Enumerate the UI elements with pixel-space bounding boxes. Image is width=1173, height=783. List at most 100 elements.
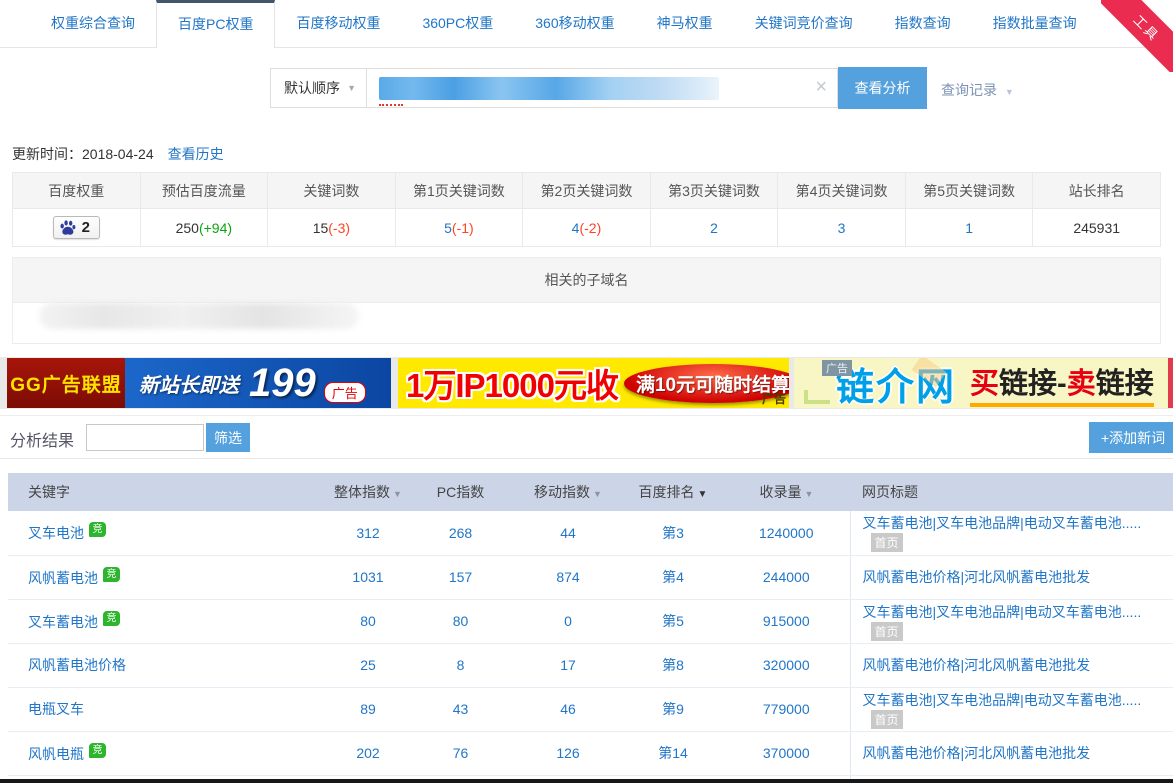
pc-index-cell: 76 bbox=[408, 731, 513, 775]
results-header-collected-count[interactable]: 收录量▼ bbox=[723, 473, 850, 511]
analyze-button[interactable]: 查看分析 bbox=[838, 67, 927, 109]
overall-index-cell: 202 bbox=[328, 731, 408, 775]
tab-360-mobile-weight[interactable]: 360移动权重 bbox=[514, 0, 635, 47]
keyword-cell: 叉车蓄电池竞 bbox=[8, 599, 328, 643]
update-time-label: 更新时间：2018-04-24 bbox=[12, 144, 154, 164]
keyword-link[interactable]: 风帆蓄电池 bbox=[28, 570, 98, 586]
tab-index-query[interactable]: 指数查询 bbox=[874, 0, 972, 47]
redacted-domain-value bbox=[379, 77, 719, 100]
keyword-results-table: 关键字整体指数▼PC指数移动指数▼百度排名▼收录量▼网页标题 叉车电池竞3122… bbox=[8, 473, 1173, 783]
ad-strip: GG广告联盟 新站长即送 199 广告 1万IP1000元收 满10元可随时结算… bbox=[0, 357, 1173, 409]
ad-banner-gg-alliance[interactable]: GG广告联盟 新站长即送 199 广告 bbox=[7, 358, 391, 408]
filter-input[interactable] bbox=[86, 424, 204, 451]
page2-delta: (-2) bbox=[579, 220, 601, 236]
overall-index-cell: 25 bbox=[328, 643, 408, 687]
chevron-down-icon: ▼ bbox=[347, 83, 356, 93]
pc-index-cell: 80 bbox=[408, 599, 513, 643]
results-body: 叉车电池竞31226844第31240000叉车蓄电池|叉车电池品牌|电动叉车蓄… bbox=[8, 511, 1173, 783]
collected-count-cell: 915000 bbox=[723, 599, 850, 643]
tab-weight-overview[interactable]: 权重综合查询 bbox=[30, 0, 156, 47]
overall-index-cell: 312 bbox=[328, 511, 408, 555]
bidding-icon: 竞 bbox=[103, 611, 120, 626]
ad-banner-ip-offer[interactable]: 1万IP1000元收 满10元可随时结算 广告 bbox=[398, 358, 789, 408]
view-history-link[interactable]: 查看历史 bbox=[168, 144, 224, 164]
weight-stats-table: 百度权重 预估百度流量 关键词数 第1页关键词数 第2页关键词数 第3页关键词数… bbox=[12, 172, 1161, 247]
page-title-link[interactable]: 风帆蓄电池价格|河北风帆蓄电池批发 bbox=[863, 657, 1091, 673]
mobile-index-cell: 46 bbox=[513, 687, 623, 731]
ad3-sell: 卖 bbox=[1067, 368, 1096, 400]
baidu-rank-cell: 第5 bbox=[623, 599, 723, 643]
results-header-baidu-rank[interactable]: 百度排名▼ bbox=[623, 473, 723, 511]
page5-cell: 1 bbox=[905, 209, 1033, 247]
bidding-icon: 竞 bbox=[89, 522, 106, 537]
results-header-mobile-index[interactable]: 移动指数▼ bbox=[513, 473, 623, 511]
sort-order-dropdown[interactable]: 默认顺序 ▼ bbox=[270, 68, 367, 108]
query-history-label: 查询记录 bbox=[941, 82, 997, 98]
table-row: 叉车蓄电池竞80800第5915000叉车蓄电池|叉车电池品牌|电动叉车蓄电池.… bbox=[8, 599, 1173, 643]
pc-index-cell: 8 bbox=[408, 643, 513, 687]
collected-count-cell: 370000 bbox=[723, 731, 850, 775]
page-title-link[interactable]: 叉车蓄电池|叉车电池品牌|电动叉车蓄电池..... bbox=[863, 692, 1142, 708]
keyword-link[interactable]: 风帆蓄电池价格 bbox=[28, 657, 126, 673]
tab-baidu-pc-weight[interactable]: 百度PC权重 bbox=[156, 0, 275, 48]
redacted-subdomain-link[interactable] bbox=[39, 303, 359, 329]
sort-arrow-icon: ▼ bbox=[393, 489, 402, 499]
bidding-icon: 竞 bbox=[103, 567, 120, 582]
keyword-cell: 风帆蓄电池价格 bbox=[8, 643, 328, 687]
baidu-paw-icon bbox=[59, 219, 76, 236]
results-header-overall-index[interactable]: 整体指数▼ bbox=[328, 473, 408, 511]
keyword-cell: 电瓶叉车 bbox=[8, 687, 328, 731]
ad1-brand: GG广告联盟 bbox=[7, 358, 125, 408]
collected-count-cell: 779000 bbox=[723, 687, 850, 731]
tab-360-pc-weight[interactable]: 360PC权重 bbox=[401, 0, 514, 47]
page-title-link[interactable]: 风帆蓄电池价格|河北风帆蓄电池批发 bbox=[863, 745, 1091, 761]
keyword-link[interactable]: 叉车蓄电池 bbox=[28, 614, 98, 630]
baidu-weight-badge[interactable]: 2 bbox=[53, 216, 100, 239]
add-keyword-button[interactable]: +添加新词 bbox=[1089, 422, 1173, 453]
page-title-link[interactable]: 叉车蓄电池|叉车电池品牌|电动叉车蓄电池..... bbox=[863, 604, 1142, 620]
stats-header-baidu-weight: 百度权重 bbox=[13, 173, 141, 209]
baidu-rank-cell: 第9 bbox=[623, 687, 723, 731]
keyword-link[interactable]: 电瓶叉车 bbox=[28, 701, 84, 717]
ad-edge-sliver bbox=[1168, 358, 1173, 408]
homepage-badge: 首页 bbox=[871, 533, 903, 552]
keyword-link[interactable]: 叉车电池 bbox=[28, 525, 84, 541]
page-title-link[interactable]: 风帆蓄电池价格|河北风帆蓄电池批发 bbox=[863, 569, 1091, 585]
ad3-buy: 买 bbox=[970, 368, 999, 400]
ad-banner-link-market[interactable]: 广告 链介网 买链接-卖链接 bbox=[794, 358, 1173, 408]
table-row: 风帆电瓶竞20276126第14370000风帆蓄电池价格|河北风帆蓄电池批发 bbox=[8, 731, 1173, 775]
corner-ribbon[interactable]: 工具 bbox=[1101, 0, 1173, 72]
chevron-down-icon: ▼ bbox=[1005, 87, 1014, 97]
sort-order-label: 默认顺序 bbox=[284, 78, 340, 98]
table-row: 风帆蓄电池价格25817第8320000风帆蓄电池价格|河北风帆蓄电池批发 bbox=[8, 643, 1173, 687]
results-header-pc-index: PC指数 bbox=[408, 473, 513, 511]
page-title-cell: 叉车蓄电池|叉车电池品牌|电动叉车蓄电池.....首页 bbox=[850, 687, 1173, 731]
query-history-link[interactable]: 查询记录 ▼ bbox=[941, 80, 1014, 100]
baidu-weight-value: 2 bbox=[82, 219, 90, 236]
keyword-link[interactable]: 风帆电瓶 bbox=[28, 746, 84, 762]
tab-baidu-mobile-weight[interactable]: 百度移动权重 bbox=[275, 0, 401, 47]
traffic-cell: 250(+94) bbox=[140, 209, 268, 247]
collected-count-cell: 320000 bbox=[723, 643, 850, 687]
tab-shenma-weight[interactable]: 神马权重 bbox=[636, 0, 734, 47]
stats-value-row: 2 250(+94) 15(-3) 5(-1) 4(-2) 2 3 1 2459… bbox=[13, 209, 1161, 247]
domain-input[interactable]: × bbox=[366, 68, 838, 108]
update-time-row: 更新时间：2018-04-24 查看历史 bbox=[12, 142, 1173, 166]
related-subdomains-title: 相关的子域名 bbox=[13, 257, 1160, 303]
results-header-row: 关键字整体指数▼PC指数移动指数▼百度排名▼收录量▼网页标题 bbox=[8, 473, 1173, 511]
clear-input-icon[interactable]: × bbox=[815, 76, 827, 99]
pc-index-cell: 268 bbox=[408, 511, 513, 555]
stats-header-page1: 第1页关键词数 bbox=[395, 173, 523, 209]
collected-count-cell: 244000 bbox=[723, 555, 850, 599]
page-title-link[interactable]: 叉车蓄电池|叉车电池品牌|电动叉车蓄电池..... bbox=[863, 515, 1142, 531]
filter-section: 分析结果 筛选 +添加新词 bbox=[0, 415, 1173, 459]
collected-count-cell: 1240000 bbox=[723, 511, 850, 555]
page-title-cell: 风帆蓄电池价格|河北风帆蓄电池批发 bbox=[850, 731, 1173, 775]
tab-keyword-bidding-query[interactable]: 关键词竞价查询 bbox=[734, 0, 874, 47]
ad1-slogan: 新站长即送 bbox=[139, 369, 239, 398]
page1-cell: 5(-1) bbox=[395, 209, 523, 247]
mobile-index-cell: 126 bbox=[513, 731, 623, 775]
tab-index-batch-query[interactable]: 指数批量查询 bbox=[972, 0, 1098, 47]
ad3-ad-tag: 广告 bbox=[822, 360, 852, 376]
filter-button[interactable]: 筛选 bbox=[206, 423, 250, 452]
